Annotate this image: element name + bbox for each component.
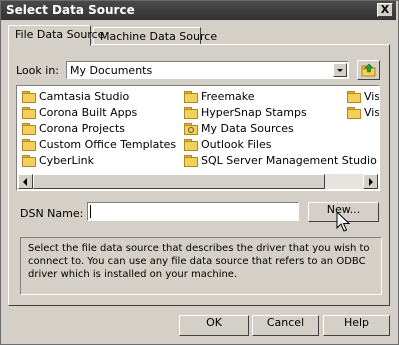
tab-file-data-source[interactable]: File Data Source	[8, 25, 104, 46]
folder-item[interactable]: CyberLink	[20, 153, 176, 169]
folder-item[interactable]: Custom Office Templates	[20, 137, 176, 153]
look-in-label: Look in:	[16, 64, 59, 77]
folder-icon	[22, 123, 36, 135]
folder-icon	[22, 91, 36, 103]
chevron-down-icon[interactable]	[333, 63, 347, 77]
scroll-right-icon[interactable]	[363, 174, 378, 189]
dialog-title: Select Data Source	[6, 3, 135, 17]
folder-icon	[184, 107, 198, 119]
file-list[interactable]: Camtasia Studio Corona Built Apps Corona…	[16, 85, 380, 191]
help-button[interactable]: Help	[323, 315, 390, 336]
up-folder-button[interactable]	[357, 60, 380, 80]
look-in-dropdown[interactable]: My Documents	[66, 61, 349, 79]
folder-icon	[22, 107, 36, 119]
tab-machine-data-source[interactable]: Machine Data Source	[93, 27, 217, 45]
close-button[interactable]: X	[377, 3, 393, 17]
dsn-name-input[interactable]	[87, 202, 299, 221]
folder-icon	[22, 155, 36, 167]
description-text: Select the file data source that describ…	[20, 237, 382, 295]
horizontal-scrollbar[interactable]	[18, 174, 378, 189]
folder-icon	[184, 91, 198, 103]
folder-item[interactable]: SQL Server Management Studio	[182, 153, 377, 169]
folder-icon	[184, 155, 198, 167]
cancel-button[interactable]: Cancel	[252, 315, 319, 336]
file-column-1: Camtasia Studio Corona Built Apps Corona…	[20, 89, 176, 169]
folder-item[interactable]: My Data Sources	[182, 121, 377, 137]
folder-item[interactable]: Corona Built Apps	[20, 105, 176, 121]
folder-icon	[22, 139, 36, 151]
file-column-3: Visu Visu	[345, 89, 379, 121]
folder-icon	[347, 91, 361, 103]
folder-icon	[347, 107, 361, 119]
folder-item[interactable]: Visu	[345, 105, 379, 121]
folder-item[interactable]: Outlook Files	[182, 137, 377, 153]
folder-item[interactable]: Visu	[345, 89, 379, 105]
folder-icon	[184, 139, 198, 151]
title-bar: Select Data Source X	[1, 1, 396, 20]
mouse-pointer-icon	[336, 211, 350, 232]
dsn-name-label: DSN Name:	[20, 207, 84, 220]
look-in-value: My Documents	[70, 64, 153, 77]
folder-item[interactable]: Camtasia Studio	[20, 89, 176, 105]
ok-button[interactable]: OK	[179, 315, 249, 336]
scroll-left-icon[interactable]	[18, 174, 33, 189]
data-sources-folder-icon	[184, 123, 198, 135]
folder-item[interactable]: Corona Projects	[20, 121, 176, 137]
scrollbar-thumb[interactable]	[33, 174, 325, 189]
up-folder-icon	[361, 63, 376, 77]
